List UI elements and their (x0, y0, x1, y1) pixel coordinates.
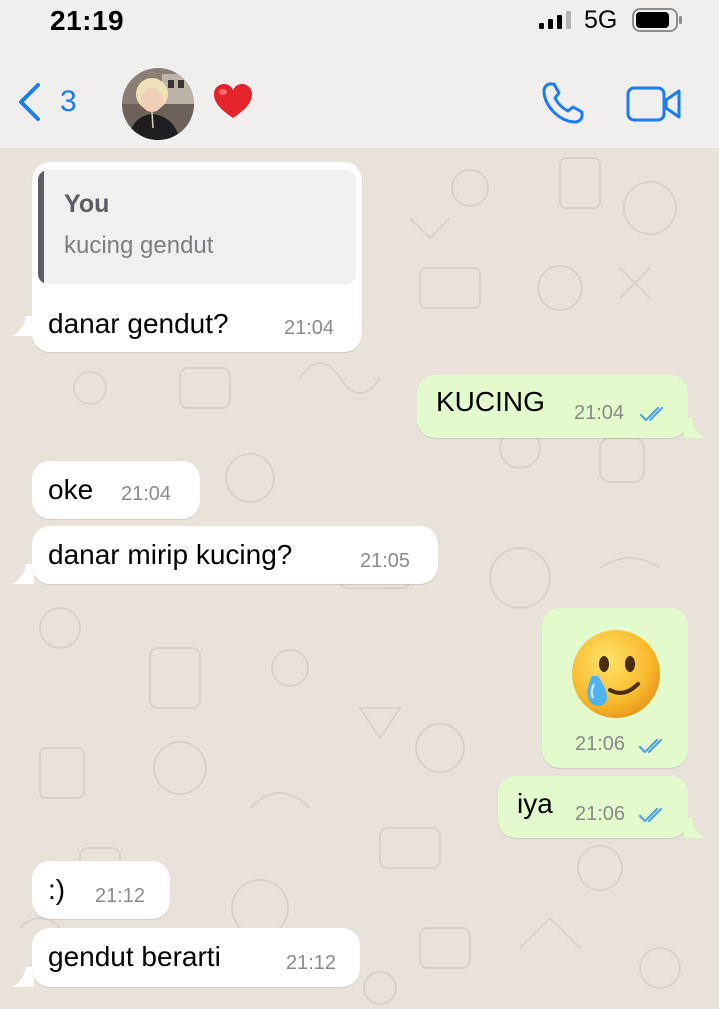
status-bar: 21:19 5G (0, 0, 719, 46)
chat-messages-area[interactable]: You kucing gendut danar gendut? 21:04 KU… (0, 148, 719, 1009)
back-button[interactable]: 3 (16, 82, 77, 122)
message-bubble-incoming[interactable]: gendut berarti 21:12 (32, 928, 360, 987)
quote-text: kucing gendut (64, 232, 214, 259)
message-bubble-incoming[interactable]: danar mirip kucing? 21:05 (32, 526, 438, 584)
network-type: 5G (584, 6, 618, 34)
read-receipt-icon (638, 807, 663, 823)
message-bubble-outgoing[interactable]: 21:06 (542, 608, 688, 768)
message-bubble-incoming[interactable]: oke 21:04 (32, 461, 200, 519)
bubble-tail (12, 564, 34, 584)
message-text: iya (517, 788, 553, 819)
video-call-button[interactable] (626, 84, 682, 124)
chevron-left-icon (19, 83, 40, 121)
message-time: 21:12 (95, 885, 146, 907)
bubble-tail (684, 418, 706, 438)
bubble-tail (12, 967, 34, 987)
message-time: 21:06 (575, 733, 626, 755)
contact-avatar[interactable] (122, 68, 194, 140)
message-time: 21:04 (284, 317, 335, 339)
bubble-tail (12, 316, 34, 336)
message-text: gendut berarti (48, 941, 221, 972)
message-text: oke (48, 474, 94, 505)
message-bubble-outgoing[interactable]: KUCING 21:04 (417, 375, 688, 438)
message-text: danar gendut? (48, 308, 229, 339)
read-receipt-icon (639, 406, 664, 422)
quoted-message[interactable]: You kucing gendut (38, 170, 356, 284)
message-bubble-incoming[interactable]: :) 21:12 (32, 861, 170, 919)
message-time: 21:04 (574, 402, 625, 424)
message-bubble-outgoing[interactable]: iya 21:06 (498, 776, 688, 838)
message-time: 21:05 (360, 550, 411, 572)
message-text: KUCING (436, 386, 545, 417)
message-time: 21:12 (286, 952, 337, 974)
read-receipt-icon (638, 738, 663, 754)
face-holding-back-tears-icon (572, 630, 660, 718)
message-time: 21:04 (121, 483, 172, 505)
voice-call-button[interactable] (540, 80, 586, 126)
message-time: 21:06 (575, 803, 626, 825)
message-bubble-incoming[interactable]: You kucing gendut danar gendut? 21:04 (32, 162, 362, 352)
message-text: :) (48, 874, 66, 905)
status-time: 21:19 (50, 5, 125, 36)
battery-icon (632, 8, 682, 32)
bubble-tail (684, 818, 706, 838)
contact-name-heart-icon[interactable] (212, 82, 254, 122)
message-text: danar mirip kucing? (48, 539, 293, 570)
quote-author: You (64, 190, 110, 218)
chat-header: 3 (0, 46, 719, 148)
unread-chats-count: 3 (60, 85, 77, 118)
cellular-signal-icon (539, 11, 571, 29)
quote-accent-bar (38, 170, 44, 284)
